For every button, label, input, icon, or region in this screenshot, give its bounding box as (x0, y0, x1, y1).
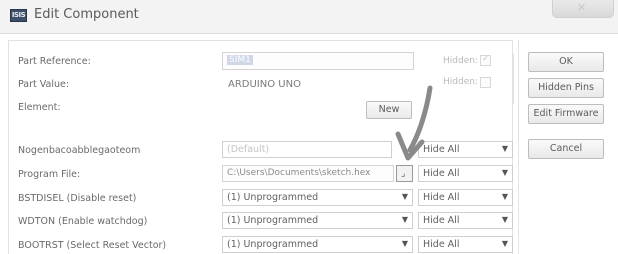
program-file-value: C:\Users\Documents\sketch.hex (227, 168, 371, 178)
hidden-pins-button[interactable]: Hidden Pins (528, 78, 604, 98)
chevron-down-icon: ▼ (501, 168, 508, 177)
chevron-down-icon: ▼ (501, 192, 508, 201)
part-reference-input[interactable]: SIM1 (222, 52, 414, 70)
cancel-button[interactable]: Cancel (528, 139, 604, 159)
chevron-down-icon: ▼ (401, 192, 408, 201)
chevron-down-icon: ▼ (401, 215, 408, 224)
title-bar: ISIS Edit Component ✕ (0, 0, 618, 34)
divider (513, 54, 514, 104)
chevron-down-icon: ▼ (501, 144, 508, 153)
window-title: Edit Component (34, 7, 139, 22)
part-reference-hidden-label: Hidden: (443, 56, 478, 66)
property-dropdown[interactable]: (1) Unprogrammed ▼ (222, 189, 413, 206)
chevron-down-icon: ▼ (401, 239, 408, 248)
checkmark-icon: ✓ (482, 54, 490, 64)
part-value-label: Part Value: (18, 79, 70, 90)
visibility-dropdown[interactable]: Hide All ▼ (418, 189, 513, 206)
property-label: Nogenbacoabblegaoteom (18, 145, 141, 156)
divider (518, 40, 519, 254)
property-dropdown[interactable]: (1) Unprogrammed ▼ (222, 236, 413, 253)
close-button[interactable]: ✕ (552, 0, 614, 18)
part-value-value[interactable]: ARDUINO UNO (228, 79, 301, 90)
close-icon: ✕ (577, 1, 587, 14)
property-value: (1) Unprogrammed (227, 192, 319, 203)
property-value: (Default) (227, 144, 270, 155)
arrow-annotation-icon (395, 85, 433, 161)
visibility-value: Hide All (423, 168, 460, 179)
visibility-value: Hide All (423, 215, 460, 226)
part-reference-label: Part Reference: (18, 56, 91, 67)
chevron-down-icon: ▼ (501, 215, 508, 224)
program-file-label: Program File: (18, 169, 81, 180)
ok-button[interactable]: OK (528, 52, 604, 72)
visibility-value: Hide All (423, 239, 460, 250)
property-value: (1) Unprogrammed (227, 215, 319, 226)
visibility-dropdown[interactable]: Hide All ▼ (418, 212, 513, 229)
browse-button[interactable]: ⌟ (396, 165, 413, 182)
app-icon: ISIS (10, 9, 27, 22)
property-value: (1) Unprogrammed (227, 239, 319, 250)
part-reference-value: SIM1 (227, 55, 253, 65)
part-value-hidden-label: Hidden: (443, 77, 478, 87)
element-label: Element: (18, 102, 61, 113)
property-label: WDTON (Enable watchdog) (18, 216, 148, 227)
property-label: BOOTRST (Select Reset Vector) (18, 240, 167, 251)
edit-firmware-button[interactable]: Edit Firmware (528, 104, 604, 124)
chevron-down-icon: ▼ (501, 239, 508, 248)
visibility-dropdown[interactable]: Hide All ▼ (418, 236, 513, 253)
part-reference-hidden-checkbox[interactable]: ✓ (480, 54, 491, 66)
property-label: BSTDISEL (Disable reset) (18, 193, 137, 204)
part-value-hidden-checkbox[interactable] (480, 77, 491, 88)
property-dropdown[interactable]: (1) Unprogrammed ▼ (222, 212, 413, 229)
folder-browse-icon: ⌟ (401, 169, 406, 179)
property-value-field[interactable]: (Default) (222, 141, 392, 158)
program-file-input[interactable]: C:\Users\Documents\sketch.hex (222, 165, 394, 182)
visibility-dropdown[interactable]: Hide All ▼ (418, 165, 513, 182)
visibility-value: Hide All (423, 192, 460, 203)
